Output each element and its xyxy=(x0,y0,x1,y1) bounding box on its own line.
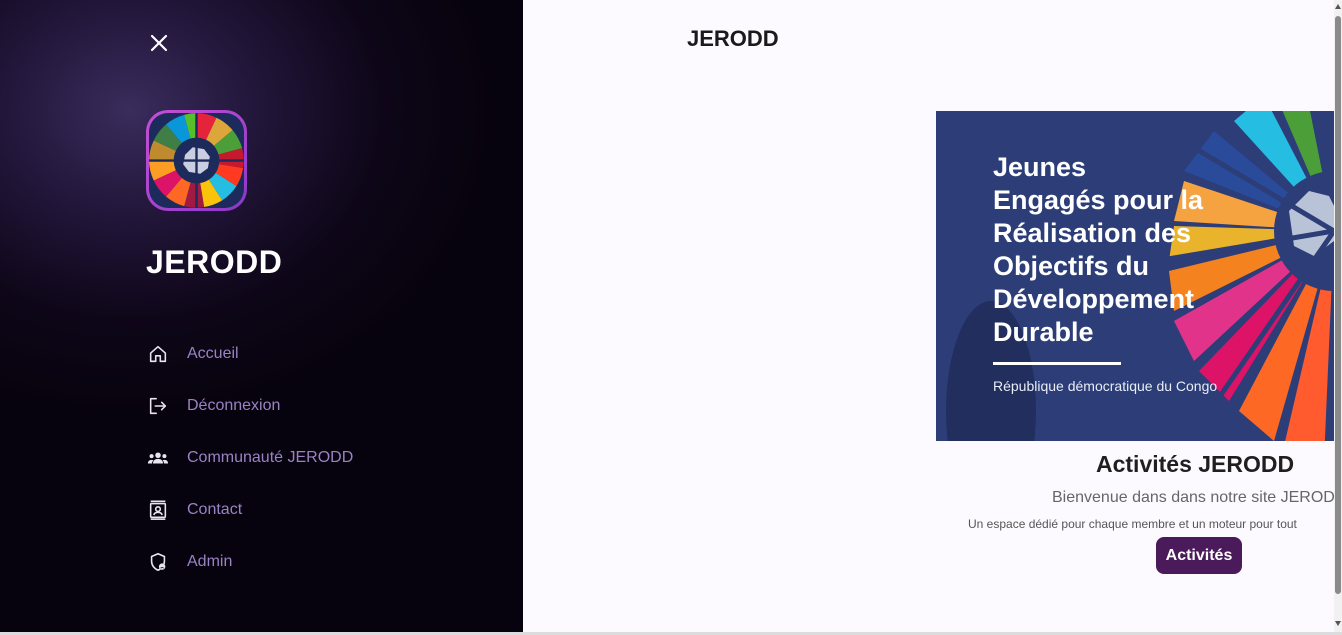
sidebar-item-label: Contact xyxy=(187,501,243,518)
scroll-up-arrow-icon[interactable] xyxy=(1335,4,1341,9)
activities-title: Activités JERODD xyxy=(1096,451,1295,477)
home-icon xyxy=(146,342,170,366)
sidebar-item-deconnexion[interactable]: Déconnexion xyxy=(146,380,353,432)
welcome-text: Bienvenue dans dans notre site JEROD xyxy=(1052,489,1335,506)
community-icon xyxy=(146,446,170,470)
sidebar-drawer: JERODD Accueil Déconnexion Communauté JE… xyxy=(0,0,523,632)
sidebar-item-communaute[interactable]: Communauté JERODD xyxy=(146,432,353,484)
sidebar-item-label: Déconnexion xyxy=(187,397,281,414)
hero-heading-line: Réalisation des xyxy=(993,218,1192,248)
vertical-scrollbar[interactable] xyxy=(1334,0,1342,632)
sidebar-nav: Accueil Déconnexion Communauté JERODD Co… xyxy=(146,328,353,588)
hero-heading-line: Durable xyxy=(993,317,1094,347)
activities-button[interactable]: Activités xyxy=(1156,537,1242,574)
sidebar-item-label: Admin xyxy=(187,553,233,570)
sidebar-item-label: Accueil xyxy=(187,345,239,362)
admin-shield-icon xyxy=(146,550,170,574)
sidebar-item-contact[interactable]: Contact xyxy=(146,484,353,536)
sidebar-brand-title: JERODD xyxy=(146,244,283,280)
sidebar-item-admin[interactable]: Admin xyxy=(146,536,353,588)
description-text: Un espace dédié pour chaque membre et un… xyxy=(968,517,1297,531)
hero-divider xyxy=(993,362,1121,365)
hero-heading-line: Jeunes xyxy=(993,152,1087,182)
sidebar-item-label: Communauté JERODD xyxy=(187,449,354,466)
contact-icon xyxy=(146,498,170,522)
hero-subtitle: République démocratique du Congo xyxy=(993,378,1218,394)
logout-icon xyxy=(146,394,170,418)
page-title: JERODD xyxy=(687,26,779,51)
scrollbar-thumb[interactable] xyxy=(1335,16,1341,594)
hero-heading: Jeunes Engagés pour la Réalisation des O… xyxy=(993,151,1203,349)
scroll-down-arrow-icon[interactable] xyxy=(1335,621,1341,626)
app-logo xyxy=(146,110,247,211)
sidebar-item-accueil[interactable]: Accueil xyxy=(146,328,353,380)
hero-heading-line: Développement xyxy=(993,284,1195,314)
close-icon[interactable] xyxy=(146,30,172,56)
hero-heading-line: Engagés pour la xyxy=(993,185,1204,215)
hero-banner-image: Jeunes Engagés pour la Réalisation des O… xyxy=(936,111,1334,441)
hero-heading-line: Objectifs du xyxy=(993,251,1150,281)
